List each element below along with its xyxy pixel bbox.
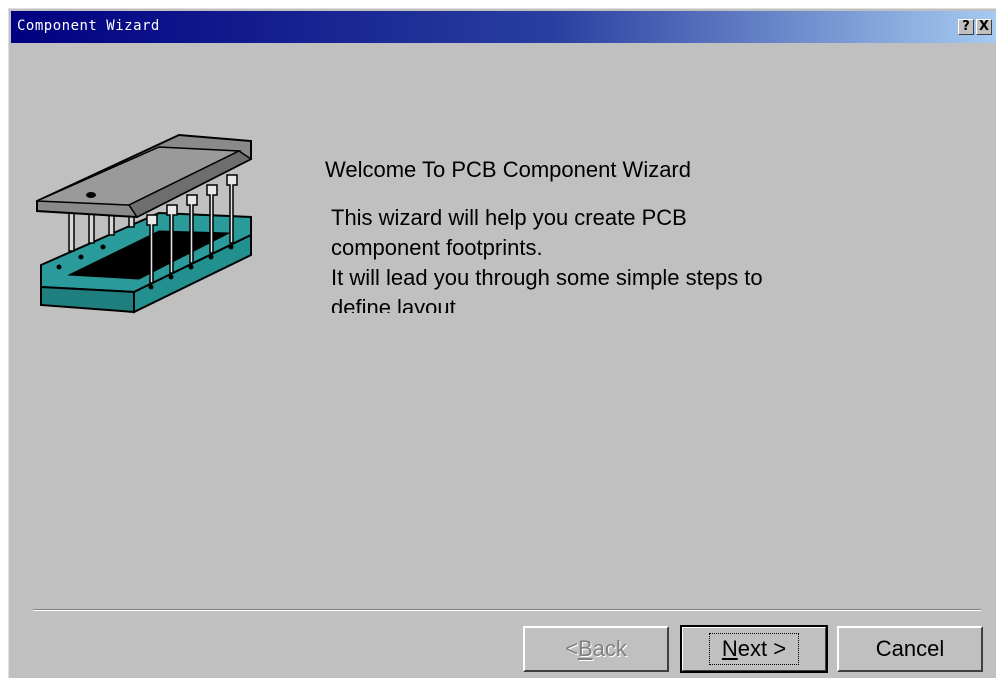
back-label-rest: ack [592, 636, 627, 661]
cancel-button[interactable]: Cancel [837, 626, 983, 672]
component-wizard-dialog: Component Wizard ? X Welcome To PCB Comp… [8, 8, 996, 678]
next-button[interactable]: Next > [680, 625, 828, 673]
description-line: This wizard will help you create PCB [331, 205, 687, 230]
close-icon[interactable]: X [976, 19, 992, 35]
back-label-prefix: < [565, 636, 578, 661]
button-separator [33, 609, 981, 611]
title-bar[interactable]: Component Wizard ? X [11, 11, 996, 43]
next-label-rest: ext > [737, 636, 787, 661]
next-label-accel: N [721, 636, 738, 661]
wizard-description: This wizard will help you create PCB com… [331, 203, 951, 313]
back-label-accel: B [577, 636, 593, 661]
help-icon[interactable]: ? [958, 19, 974, 35]
description-line: define layout [331, 295, 456, 313]
ic-chip-socket-illustration [36, 133, 253, 314]
welcome-heading: Welcome To PCB Component Wizard [325, 157, 691, 182]
back-button[interactable]: < Back [523, 626, 669, 672]
next-focus-ring: Next > [708, 633, 800, 665]
description-line: component footprints. [331, 235, 543, 260]
window-title: Component Wizard [17, 18, 160, 34]
description-line: It will lead you through some simple ste… [331, 265, 763, 290]
